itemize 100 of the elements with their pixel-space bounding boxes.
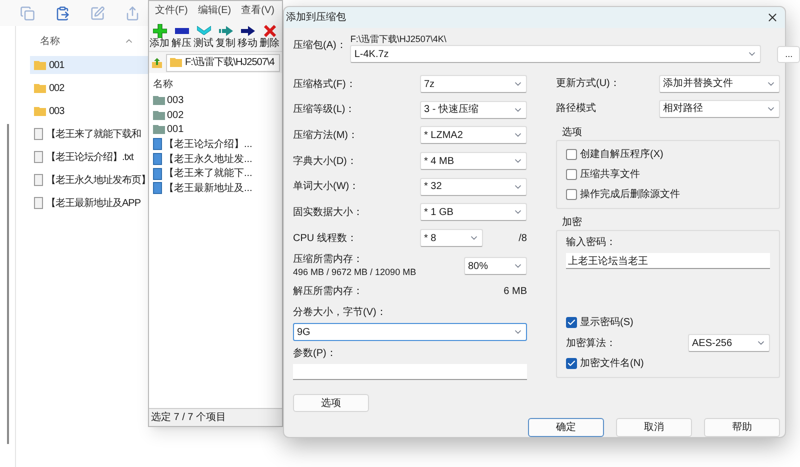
file-row[interactable]: 【老王永久地址发布页】 <box>30 171 148 189</box>
file-row[interactable]: 002 <box>30 79 148 97</box>
dropdown[interactable]: * 8 <box>420 229 483 248</box>
address-bar[interactable]: F:\迅雷下载\HJ2507\4 <box>166 54 280 72</box>
file-row[interactable]: 【老王永久地址发... <box>153 152 282 166</box>
document-icon <box>153 153 162 166</box>
plus-icon <box>152 24 166 38</box>
document-icon <box>153 182 162 194</box>
dropdown[interactable]: 7z <box>420 75 527 94</box>
checkbox-label[interactable]: 创建自解压程序(X) <box>580 147 664 162</box>
file-name: 【老王来了就能下载和 <box>46 128 141 142</box>
share-icon[interactable] <box>125 6 140 20</box>
folder-icon <box>34 84 46 92</box>
checkbox-label[interactable]: 显示密码(S) <box>580 315 634 330</box>
folder-icon <box>34 106 46 116</box>
input-field[interactable] <box>293 364 527 380</box>
menu-item[interactable]: 编辑(E) <box>198 2 232 18</box>
checkbox-label[interactable]: 操作完成后删除源文件 <box>580 187 680 202</box>
folder-icon <box>153 110 165 120</box>
checkbox[interactable] <box>566 317 577 328</box>
dropdown[interactable]: * LZMA2 <box>420 126 527 144</box>
pen-square-icon[interactable] <box>90 6 105 20</box>
scrollbar[interactable] <box>6 124 8 444</box>
options-button[interactable]: 选项 <box>293 394 369 412</box>
arrow-right-icon <box>240 26 254 36</box>
minus-icon <box>174 28 188 34</box>
field-label: 压缩包(A)： <box>293 38 346 54</box>
cross-icon <box>264 24 276 36</box>
field-label: 解压所需内存： <box>293 284 363 298</box>
field-label: 字典大小(D)： <box>293 154 357 169</box>
field-label: 固实数据大小： <box>293 206 363 220</box>
field-label: CPU 线程数： <box>293 232 357 244</box>
file-name: 002 <box>49 82 64 96</box>
dropdown[interactable]: 相对路径 <box>659 100 780 118</box>
chevron-icon <box>196 26 210 35</box>
file-row[interactable]: 003 <box>153 93 282 108</box>
toolbar-button[interactable]: 移动 <box>238 23 257 50</box>
browse-button[interactable]: ... <box>777 46 800 63</box>
file-row[interactable]: 【老王来了就能下载和 <box>30 125 148 143</box>
column-header[interactable]: 名称 <box>40 34 60 48</box>
dialog-button[interactable]: 帮助 <box>704 418 780 437</box>
dialog-button[interactable]: 确定 <box>528 418 604 437</box>
checkbox[interactable] <box>566 169 577 180</box>
file-row[interactable]: 【老王最新地址及APP <box>30 194 148 212</box>
toolbar-button[interactable]: 解压 <box>172 23 191 50</box>
file-row[interactable]: 002 <box>153 108 282 122</box>
folder-icon <box>153 96 165 105</box>
field-label: 压缩所需内存： <box>293 253 364 266</box>
document-icon <box>34 174 43 186</box>
up-folder-icon[interactable] <box>151 56 163 68</box>
check-icon <box>567 359 576 368</box>
dialog-button[interactable]: 取消 <box>616 418 692 437</box>
dropdown[interactable]: 9G <box>293 323 527 341</box>
menu-item[interactable]: 文件(F) <box>155 2 188 18</box>
dropdown[interactable]: L-4K.7z <box>350 45 762 64</box>
group-title: 加密 <box>561 216 583 230</box>
dropdown[interactable]: 80% <box>464 257 527 275</box>
password-field[interactable]: 上老王论坛当老王 <box>566 253 770 270</box>
file-row[interactable]: 【老王来了就能下... <box>153 166 282 182</box>
document-icon <box>34 128 43 140</box>
checkbox[interactable] <box>566 358 577 370</box>
field-label: 压缩等级(L)： <box>293 102 356 118</box>
field-label: 压缩方法(M)： <box>293 128 358 143</box>
dropdown[interactable]: 3 - 快速压缩 <box>420 100 527 119</box>
dialog-title: 添加到压缩包 <box>286 10 346 26</box>
copy-icon[interactable] <box>20 6 35 20</box>
close-icon[interactable] <box>766 11 779 24</box>
document-icon <box>153 168 162 180</box>
checkbox-label[interactable]: 加密文件名(N) <box>580 356 644 372</box>
document-icon <box>34 151 43 163</box>
checkbox[interactable] <box>566 149 577 160</box>
column-header[interactable]: 名称 <box>153 77 282 93</box>
thread-total: /8 <box>518 232 527 246</box>
dropdown[interactable]: * 1 GB <box>420 203 527 222</box>
dropdown[interactable]: * 4 MB <box>420 152 527 170</box>
file-row[interactable]: 【老王论坛介绍】.txt <box>30 148 148 166</box>
field-label: 分卷大小，字节(V)： <box>293 306 388 320</box>
toolbar-button[interactable]: 添加 <box>150 23 169 50</box>
toolbar-button[interactable]: 测试 <box>194 23 213 50</box>
toolbar-button[interactable]: 复制 <box>216 23 235 50</box>
field-label: 压缩格式(F)： <box>293 78 356 92</box>
dropdown[interactable]: * 32 <box>420 178 527 196</box>
dropdown[interactable]: AES-256 <box>688 334 770 352</box>
checkbox-label[interactable]: 压缩共享文件 <box>580 167 640 182</box>
file-row[interactable]: 003 <box>30 102 148 120</box>
file-row[interactable]: 【老王论坛介绍】... <box>153 137 282 152</box>
field-label: 输入密码： <box>566 236 617 250</box>
dropdown[interactable]: 添加并替换文件 <box>659 74 780 93</box>
file-name: 【老王最新地址及APP <box>46 196 141 210</box>
toolbar-button[interactable]: 删除 <box>260 23 279 50</box>
checkbox[interactable] <box>566 189 577 200</box>
menu-item[interactable]: 查看(V) <box>241 2 274 18</box>
clipboard-icon[interactable] <box>55 6 70 20</box>
file-row[interactable]: 【老王最新地址及... <box>153 181 282 196</box>
file-row[interactable]: 001 <box>153 122 282 138</box>
file-name: 【老王论坛介绍】.txt <box>46 150 134 164</box>
field-label: 路径模式 <box>556 102 596 116</box>
field-label: 更新方式(U)： <box>556 76 620 92</box>
group-title: 选项 <box>561 126 583 140</box>
file-row[interactable]: 001 <box>30 56 148 74</box>
